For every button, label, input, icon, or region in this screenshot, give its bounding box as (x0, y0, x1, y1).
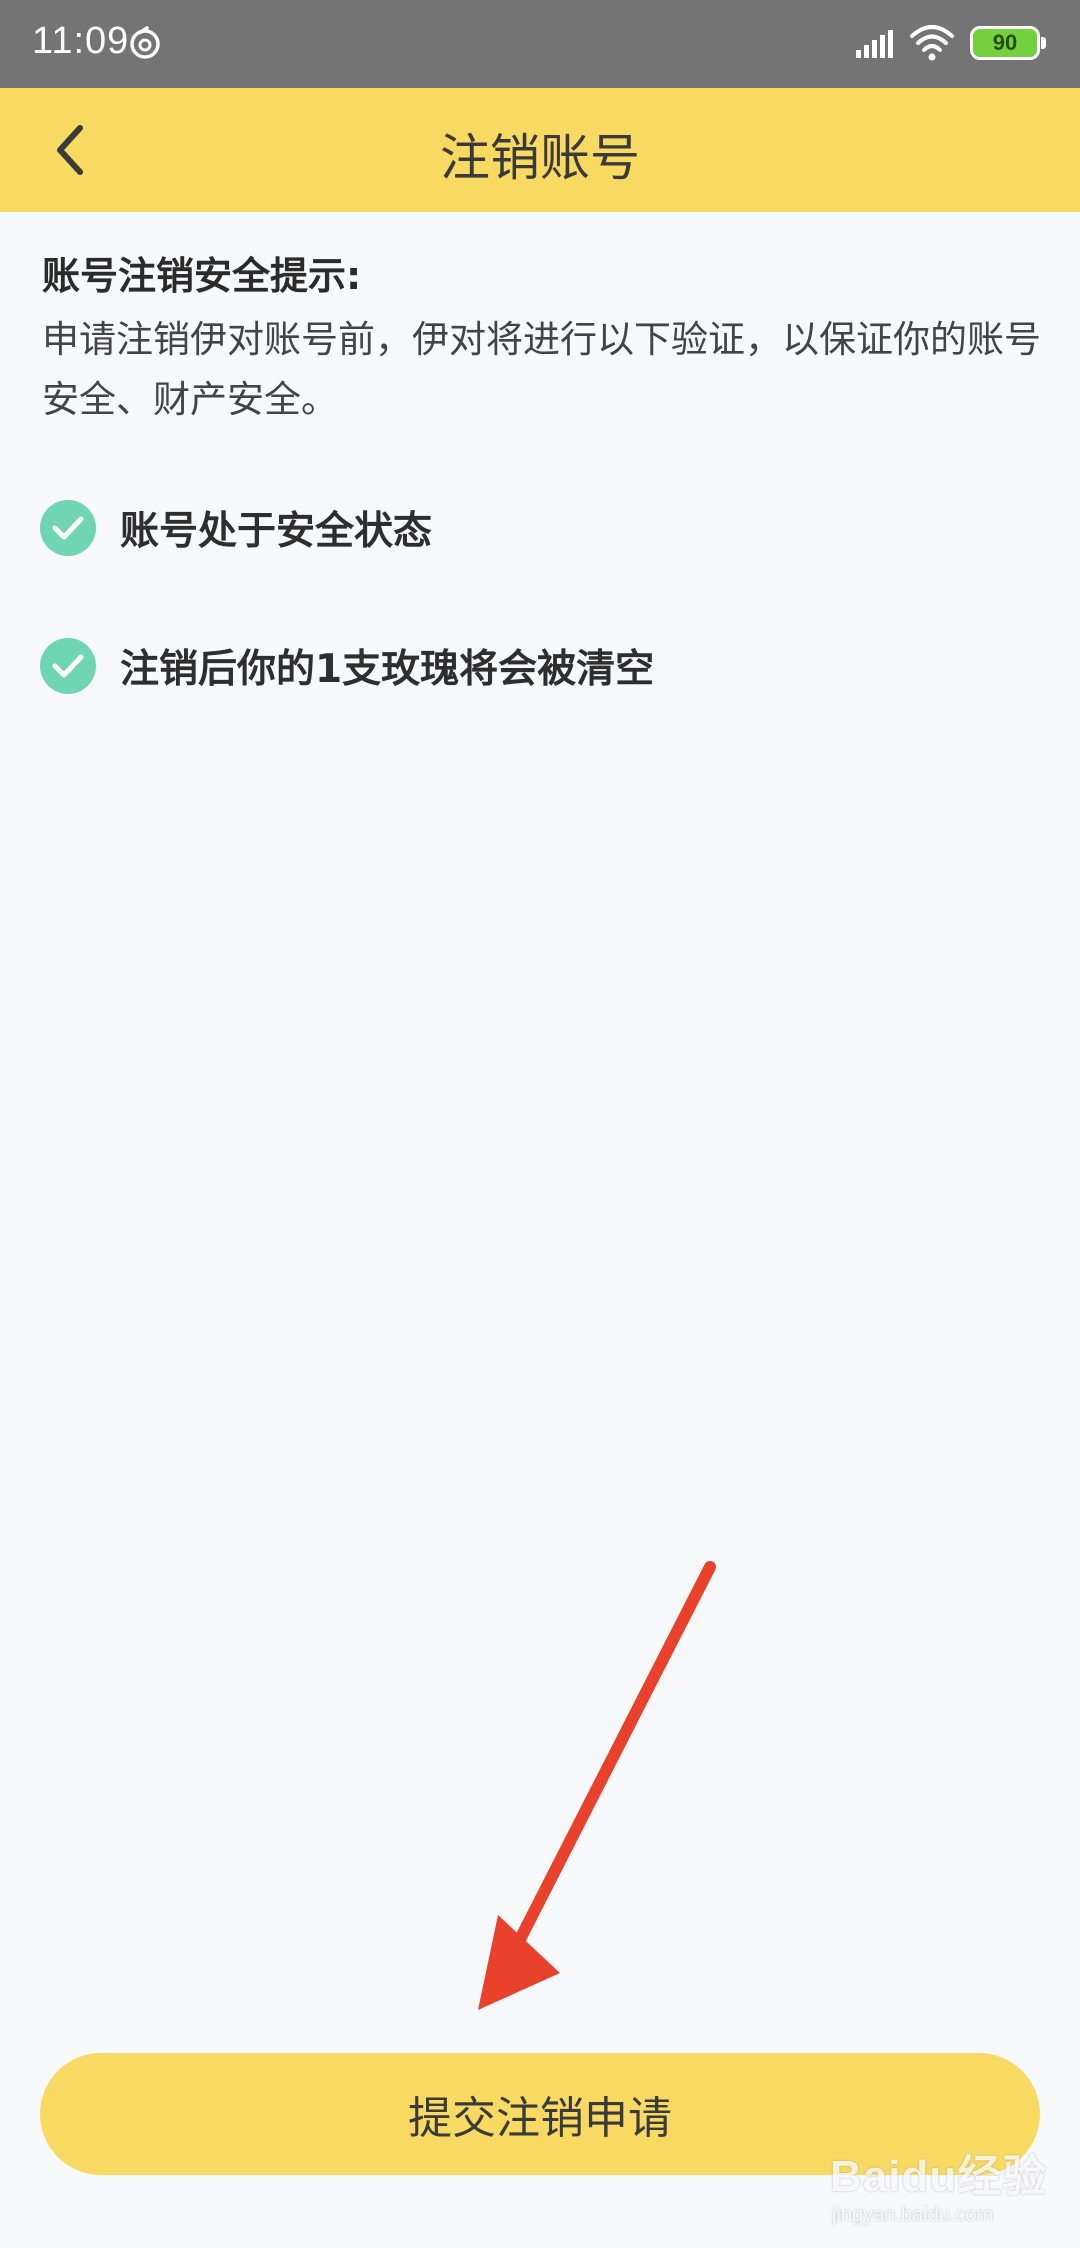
check-label: 注销后你的1支玫瑰将会被清空 (120, 647, 655, 692)
title-bar: 注销账号 (0, 88, 1080, 212)
status-time: 11:09 (32, 20, 130, 62)
check-label: 账号处于安全状态 (120, 509, 433, 554)
watermark-brand: Baidu经验 (830, 2152, 1048, 2201)
netease-music-icon (130, 26, 160, 59)
red-arrow-icon (478, 1561, 716, 2010)
screen: 11:09 90 注销账号 账号注销安全提示: 申请注销伊对账号前，伊对将进行以… (0, 0, 1080, 2248)
notice-description: 申请注销伊对账号前，伊对将进行以下验证，以保证你的账号安全、财产安全。 (42, 318, 1041, 421)
status-bar: 11:09 90 (0, 0, 1080, 88)
baidu-jingyan-watermark: Baidu经验 jingyan.baidu.com (830, 2140, 1050, 2236)
watermark-url: jingyan.baidu.com (832, 2204, 994, 2226)
notice-heading: 账号注销安全提示: (42, 254, 362, 298)
check-circle-icon (40, 500, 96, 556)
battery-icon: 90 (970, 26, 1046, 60)
page-title: 注销账号 (440, 129, 640, 187)
check-circle-icon (40, 638, 96, 694)
check-item: 注销后你的1支玫瑰将会被清空 (40, 638, 654, 694)
signal-icon (856, 30, 893, 58)
wifi-icon (910, 25, 954, 61)
check-item: 账号处于安全状态 (40, 500, 432, 556)
